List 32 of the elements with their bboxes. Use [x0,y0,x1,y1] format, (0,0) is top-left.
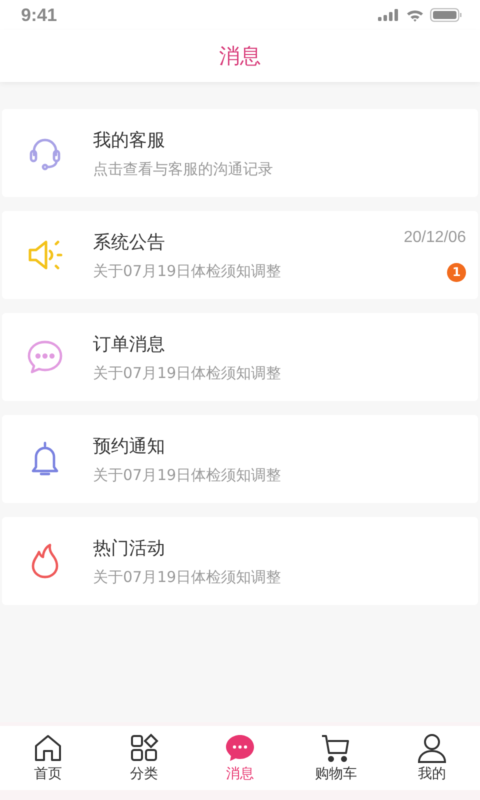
unread-count: 1 [447,262,466,282]
status-time: 9:41 [21,4,58,26]
tab-item[interactable]: 分类 [96,726,192,790]
tab-item[interactable]: 购物车 [288,726,384,790]
person-icon [417,733,447,763]
home-icon [33,733,63,763]
message-title: 订单消息 [93,332,166,356]
grid-icon [129,733,159,763]
message-title: 热门活动 [93,536,166,560]
tab-item[interactable]: 首页 [0,726,96,790]
message-item[interactable]: 热门活动 关于07月19日体检须知调整 [2,517,478,605]
cart-icon [321,733,351,763]
tab-item[interactable]: 消息 [192,726,288,790]
message-preview: 关于07月19日体检须知调整 [93,466,282,484]
tab-item[interactable]: 我的 [384,726,480,790]
wifi-icon [406,8,424,22]
message-preview: 关于07月19日体检须知调整 [93,364,282,382]
message-date: 20/12/06 [404,228,466,246]
message-item[interactable]: 系统公告 关于07月19日体检须知调整 20/12/06 1 [2,211,478,299]
battery-icon [430,8,462,22]
message-title: 系统公告 [93,230,166,254]
message-preview: 点击查看与客服的沟通记录 [93,160,274,178]
signal-icon [378,9,400,21]
message-preview: 关于07月19日体检须知调整 [93,262,282,280]
message-title: 预约通知 [93,434,166,458]
chat-bubble-icon [225,733,255,763]
message-item[interactable]: 订单消息 关于07月19日体检须知调整 [2,313,478,401]
message-item[interactable]: 预约通知 关于07月19日体检须知调整 [2,415,478,503]
message-item[interactable]: 我的客服 点击查看与客服的沟通记录 [2,109,478,197]
message-title: 我的客服 [93,128,166,152]
message-preview: 关于07月19日体检须知调整 [93,568,282,586]
page-title: 消息 [219,43,261,70]
